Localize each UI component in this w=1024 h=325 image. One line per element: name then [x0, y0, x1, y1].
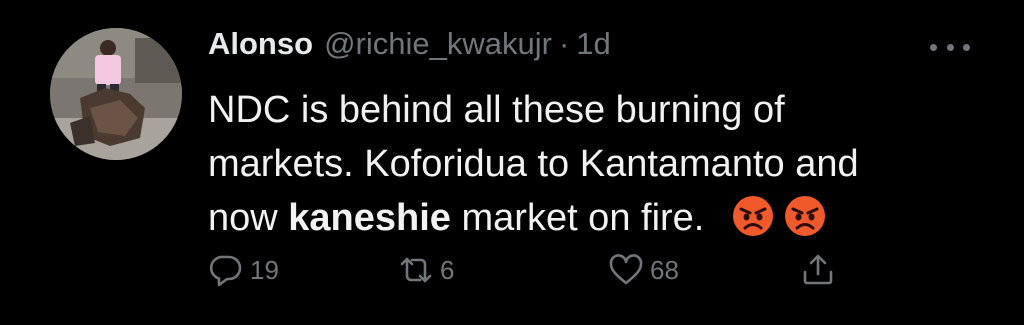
text-segment: market on fire.	[450, 197, 705, 239]
avatar[interactable]	[50, 28, 182, 160]
share-icon	[803, 254, 833, 285]
separator-dot: ·	[558, 26, 570, 61]
user-handle[interactable]: @richie_kwakujr	[324, 26, 552, 62]
tweet-actions: 19 6 68	[0, 248, 1024, 292]
reply-button[interactable]: 19	[208, 248, 279, 292]
text-segment: now	[208, 197, 289, 239]
retweet-icon	[400, 257, 432, 283]
more-horizontal-icon[interactable]	[930, 40, 970, 54]
reply-count: 19	[250, 254, 279, 285]
like-button[interactable]: 68	[608, 248, 679, 292]
tweet[interactable]: Alonso @richie_kwakujr · 1d NDC is behin…	[0, 0, 1024, 325]
heart-icon	[609, 254, 643, 285]
retweet-count: 6	[440, 254, 455, 285]
bold-text-segment: kaneshie	[288, 197, 451, 239]
tweet-header: Alonso @richie_kwakujr · 1d	[208, 26, 611, 70]
tweet-text-line: NDC is behind all these burning of	[208, 89, 785, 131]
emoji-group	[732, 195, 826, 237]
tweet-text-line: now kaneshie market on fire.	[208, 191, 928, 245]
timestamp[interactable]: 1d	[576, 26, 610, 62]
like-count: 68	[650, 254, 679, 285]
share-button[interactable]	[800, 248, 836, 292]
reply-icon	[209, 255, 242, 287]
angry-face-icon	[733, 196, 774, 236]
retweet-button[interactable]: 6	[398, 248, 454, 292]
display-name[interactable]: Alonso	[208, 26, 313, 62]
angry-face-icon	[785, 196, 826, 236]
tweet-text-line: markets. Koforidua to Kantamanto and	[208, 143, 859, 185]
tweet-text: NDC is behind all these burning of marke…	[208, 83, 928, 245]
